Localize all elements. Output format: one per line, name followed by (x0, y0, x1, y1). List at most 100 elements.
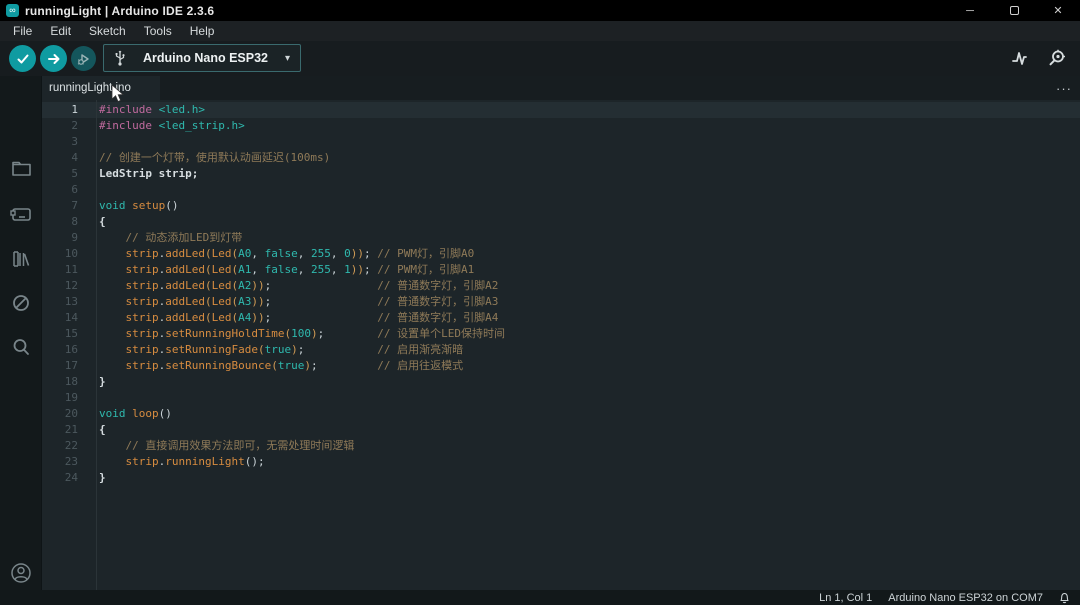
sidebar-item-sketchbook[interactable] (0, 152, 42, 186)
line-number: 21 (42, 422, 96, 438)
code-text: strip.runningLight(); (96, 454, 1080, 470)
line-number: 2 (42, 118, 96, 134)
line-number: 9 (42, 230, 96, 246)
code-line-12[interactable]: 12 strip.addLed(Led(A2)); // 普通数字灯，引脚A2 (42, 278, 1080, 294)
code-text: strip.addLed(Led(A2)); // 普通数字灯，引脚A2 (96, 278, 1080, 294)
code-line-5[interactable]: 5LedStrip strip; (42, 166, 1080, 182)
maximize-button[interactable] (992, 0, 1036, 21)
menu-item-edit[interactable]: Edit (41, 21, 80, 41)
line-number: 16 (42, 342, 96, 358)
cursor-position: Ln 1, Col 1 (819, 592, 872, 604)
code-line-2[interactable]: 2#include <led_strip.h> (42, 118, 1080, 134)
code-text: // 动态添加LED到灯带 (96, 230, 1080, 246)
code-line-8[interactable]: 8{ (42, 214, 1080, 230)
start-debug-icon (77, 52, 91, 66)
waveform-icon (1011, 49, 1031, 67)
arduino-logo-icon: ∞ (6, 4, 19, 17)
menu-item-sketch[interactable]: Sketch (80, 21, 135, 41)
maximize-icon (1010, 6, 1019, 15)
code-line-24[interactable]: 24} (42, 470, 1080, 486)
code-text (96, 390, 1080, 406)
code-line-13[interactable]: 13 strip.addLed(Led(A3)); // 普通数字灯，引脚A3 (42, 294, 1080, 310)
code-text (96, 182, 1080, 198)
code-line-11[interactable]: 11 strip.addLed(Led(A1, false, 255, 1));… (42, 262, 1080, 278)
code-line-16[interactable]: 16 strip.setRunningFade(true); // 启用渐亮渐暗 (42, 342, 1080, 358)
code-text: // 创建一个灯带，使用默认动画延迟(100ms) (96, 150, 1080, 166)
code-line-4[interactable]: 4// 创建一个灯带，使用默认动画延迟(100ms) (42, 150, 1080, 166)
code-line-14[interactable]: 14 strip.addLed(Led(A4)); // 普通数字灯，引脚A4 (42, 310, 1080, 326)
chevron-down-icon: ▾ (285, 53, 290, 64)
debug-button[interactable] (71, 46, 96, 71)
code-text: // 直接调用效果方法即可，无需处理时间逻辑 (96, 438, 1080, 454)
sidebar-item-search[interactable] (0, 330, 42, 364)
line-number: 24 (42, 470, 96, 486)
magnifier-circuit-icon (1047, 48, 1067, 68)
line-number: 13 (42, 294, 96, 310)
menubar: FileEditSketchToolsHelp (0, 21, 1080, 41)
code-line-1[interactable]: 1#include <led.h> (42, 102, 1080, 118)
code-line-17[interactable]: 17 strip.setRunningBounce(true); // 启用往返… (42, 358, 1080, 374)
checkmark-icon (16, 52, 30, 66)
bell-icon (1059, 592, 1070, 604)
code-line-10[interactable]: 10 strip.addLed(Led(A0, false, 255, 0));… (42, 246, 1080, 262)
sidebar-item-boards-manager[interactable] (0, 197, 42, 231)
code-line-7[interactable]: 7void setup() (42, 198, 1080, 214)
window-title: runningLight | Arduino IDE 2.3.6 (25, 4, 214, 18)
code-text: void setup() (96, 198, 1080, 214)
board-selector-label: Arduino Nano ESP32 (126, 51, 285, 65)
minimize-button[interactable]: ─ (948, 0, 992, 21)
account-icon (10, 562, 32, 584)
line-number: 11 (42, 262, 96, 278)
statusbar: Ln 1, Col 1 Arduino Nano ESP32 on COM7 (0, 590, 1080, 605)
code-line-9[interactable]: 9 // 动态添加LED到灯带 (42, 230, 1080, 246)
menu-item-help[interactable]: Help (181, 21, 224, 41)
gutter-separator (96, 100, 97, 590)
tab-label: runningLight.ino (49, 82, 131, 94)
line-number: 15 (42, 326, 96, 342)
menu-item-file[interactable]: File (4, 21, 41, 41)
code-line-15[interactable]: 15 strip.setRunningHoldTime(100); // 设置单… (42, 326, 1080, 342)
serial-plotter-button[interactable] (1010, 47, 1032, 69)
line-number: 3 (42, 134, 96, 150)
verify-button[interactable] (9, 45, 36, 72)
sidebar-item-library-manager[interactable] (0, 242, 42, 276)
menu-item-tools[interactable]: Tools (135, 21, 181, 41)
code-line-23[interactable]: 23 strip.runningLight(); (42, 454, 1080, 470)
board-selector[interactable]: Arduino Nano ESP32 ▾ (103, 44, 301, 72)
code-line-18[interactable]: 18} (42, 374, 1080, 390)
line-number: 17 (42, 358, 96, 374)
code-line-22[interactable]: 22 // 直接调用效果方法即可，无需处理时间逻辑 (42, 438, 1080, 454)
code-text: strip.addLed(Led(A1, false, 255, 1)); //… (96, 262, 1080, 278)
tabbar: runningLight.ino ··· (42, 76, 1080, 100)
code-line-19[interactable]: 19 (42, 390, 1080, 406)
sidebar-item-account[interactable] (0, 556, 42, 590)
usb-icon (114, 50, 126, 66)
sidebar-item-debug[interactable] (0, 286, 42, 320)
line-number: 23 (42, 454, 96, 470)
notifications-button[interactable] (1059, 592, 1070, 604)
code-text: LedStrip strip; (96, 166, 1080, 182)
code-line-6[interactable]: 6 (42, 182, 1080, 198)
board-connection-status: Arduino Nano ESP32 on COM7 (888, 592, 1043, 604)
upload-button[interactable] (40, 45, 67, 72)
arduino-ide-window: ∞ runningLight | Arduino IDE 2.3.6 ─ ✕ F… (0, 0, 1080, 605)
line-number: 14 (42, 310, 96, 326)
code-line-3[interactable]: 3 (42, 134, 1080, 150)
tab-runninglight-ino[interactable]: runningLight.ino (42, 76, 160, 100)
code-text: strip.addLed(Led(A3)); // 普通数字灯，引脚A3 (96, 294, 1080, 310)
line-number: 20 (42, 406, 96, 422)
code-text: } (96, 470, 1080, 486)
code-text (96, 134, 1080, 150)
search-icon (11, 337, 31, 357)
line-number: 19 (42, 390, 96, 406)
close-button[interactable]: ✕ (1036, 0, 1080, 21)
code-line-20[interactable]: 20void loop() (42, 406, 1080, 422)
line-number: 12 (42, 278, 96, 294)
code-text: strip.setRunningFade(true); // 启用渐亮渐暗 (96, 342, 1080, 358)
tab-overflow-menu[interactable]: ··· (1056, 76, 1072, 100)
debug-disabled-icon (11, 293, 31, 313)
serial-monitor-button[interactable] (1046, 47, 1068, 69)
line-number: 4 (42, 150, 96, 166)
code-editor[interactable]: 1#include <led.h>2#include <led_strip.h>… (42, 100, 1080, 590)
code-line-21[interactable]: 21{ (42, 422, 1080, 438)
